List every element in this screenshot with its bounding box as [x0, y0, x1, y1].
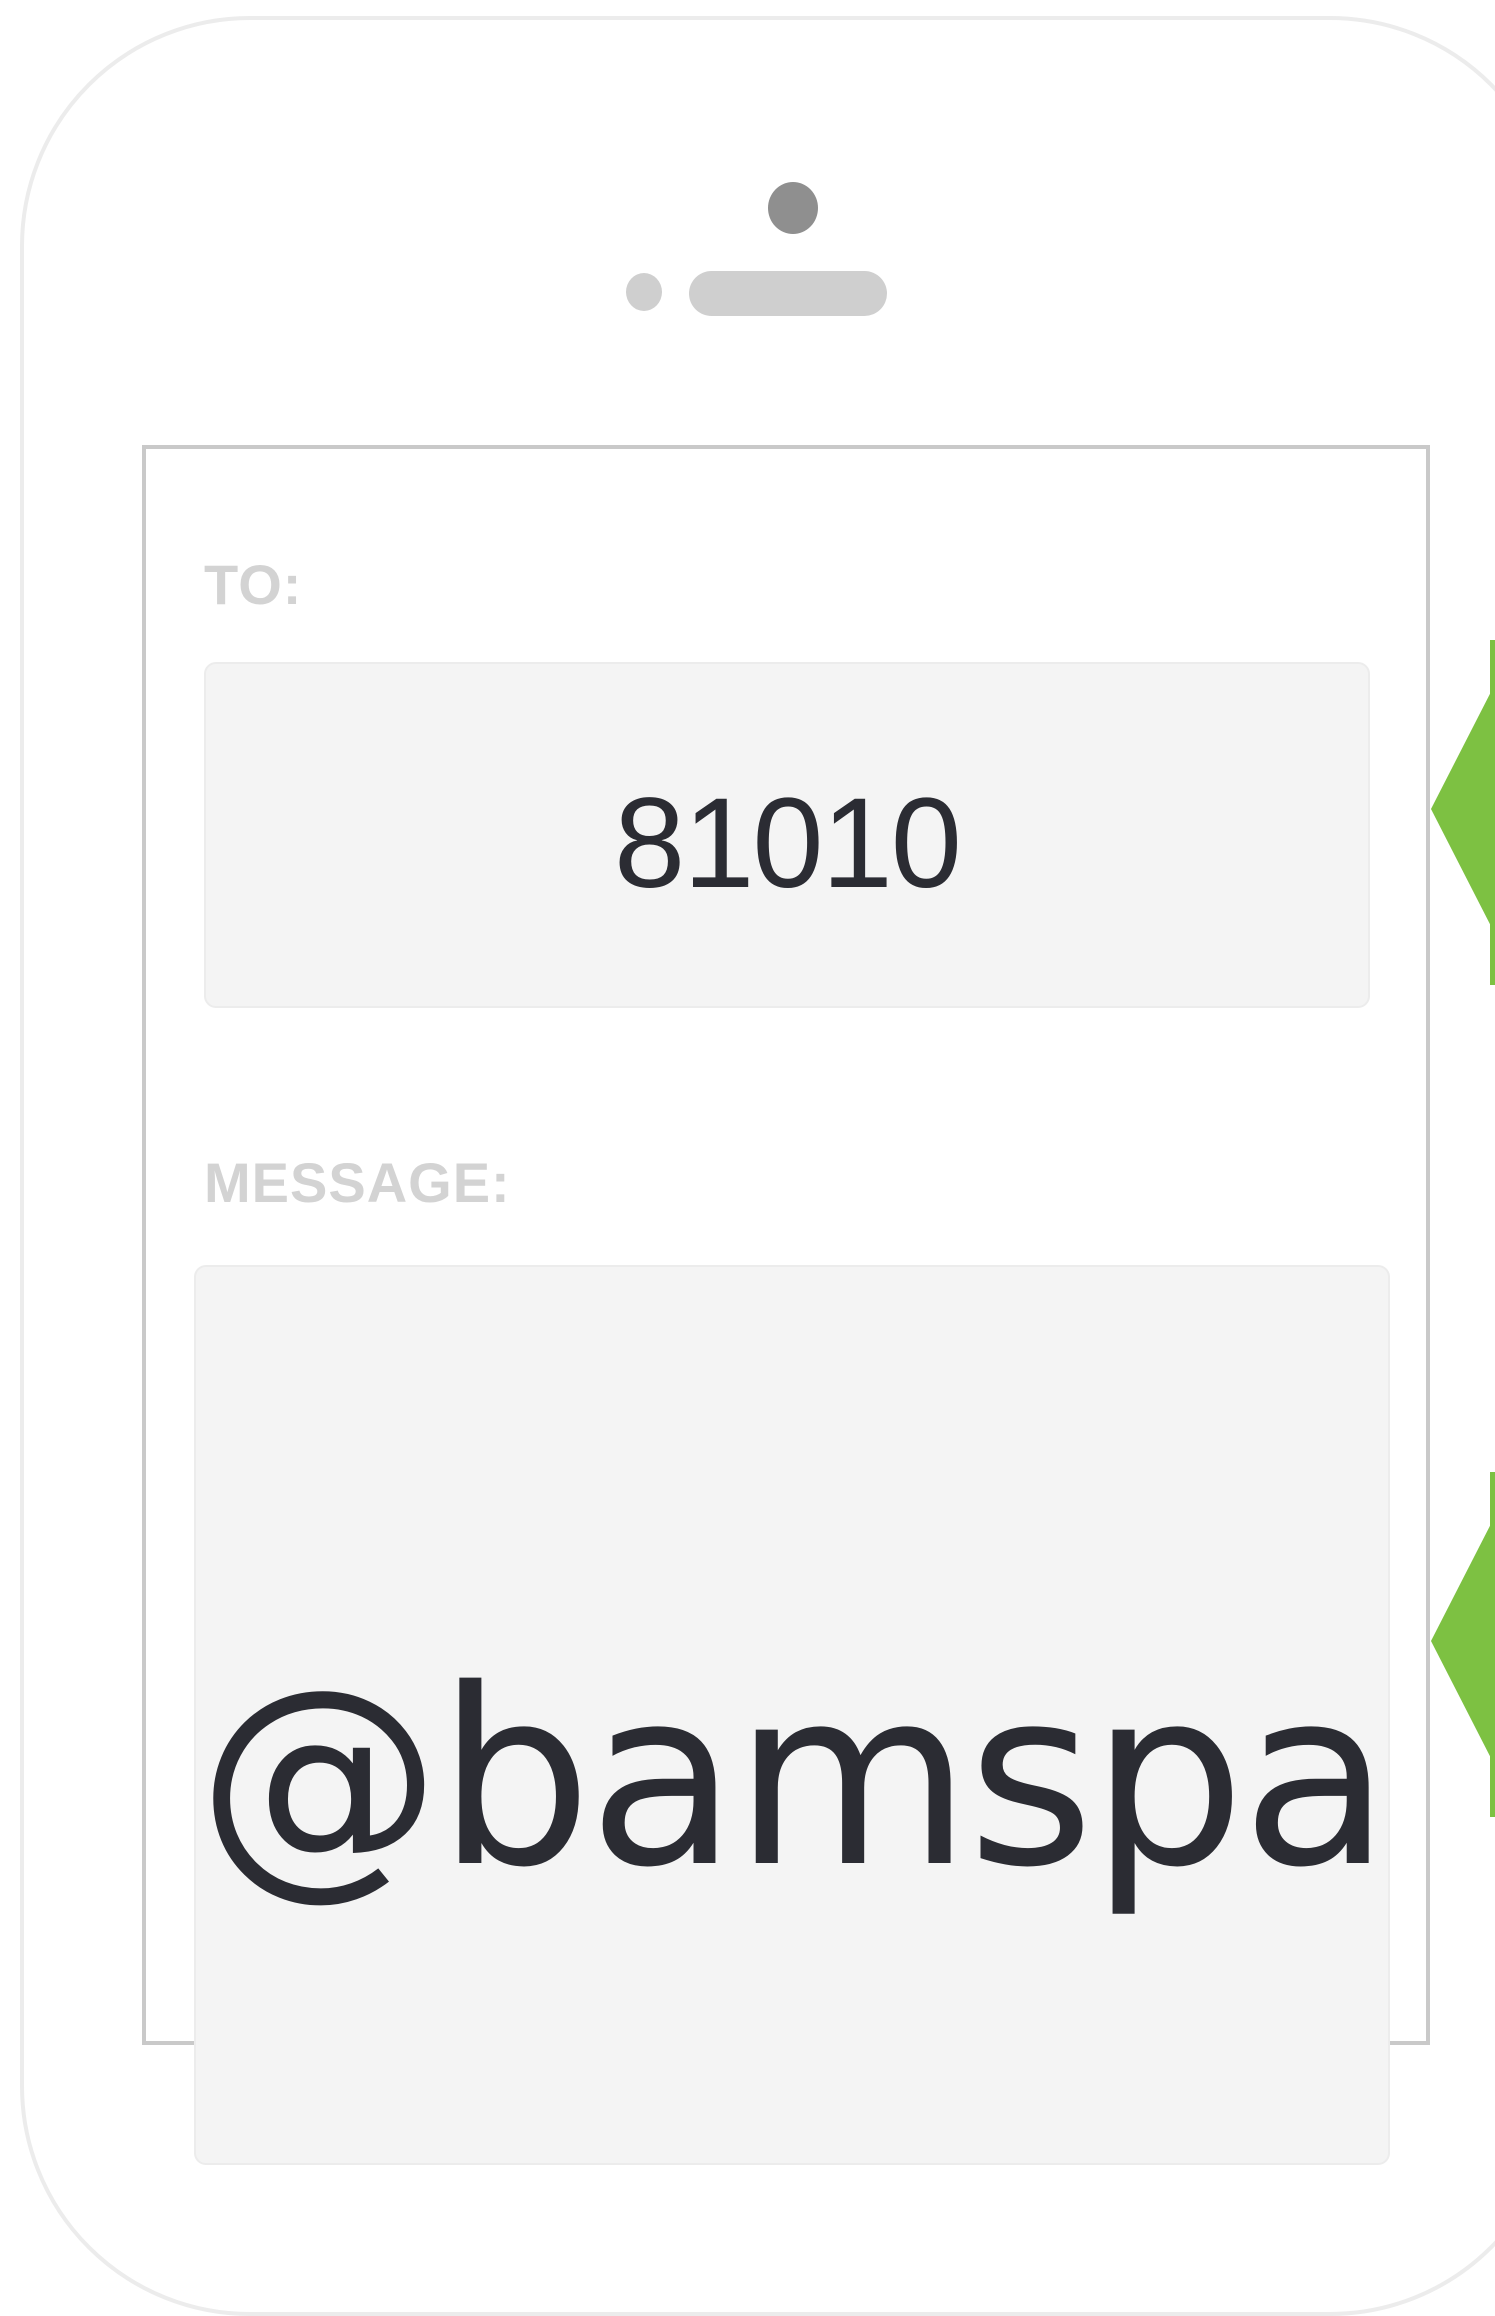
- front-camera-icon: [768, 182, 818, 234]
- message-field[interactable]: @bamspa: [194, 1265, 1391, 2165]
- message-label: MESSAGE:: [204, 1151, 511, 1214]
- earpiece-speaker-icon: [689, 271, 887, 316]
- proximity-sensor-icon: [626, 273, 662, 311]
- recipient-value: 81010: [614, 771, 962, 915]
- recipient-field[interactable]: 81010: [204, 662, 1370, 1008]
- phone-screen: TO: 81010 MESSAGE: @bamspa: [142, 445, 1430, 2165]
- message-value: @bamspa: [197, 1637, 1391, 1921]
- to-label: TO:: [204, 553, 303, 616]
- green-arrow-pointer-icon: [1431, 684, 1495, 934]
- green-arrow-pointer-icon: [1431, 1516, 1495, 1766]
- phone-frame: TO: 81010 MESSAGE: @bamspa: [20, 16, 1495, 2316]
